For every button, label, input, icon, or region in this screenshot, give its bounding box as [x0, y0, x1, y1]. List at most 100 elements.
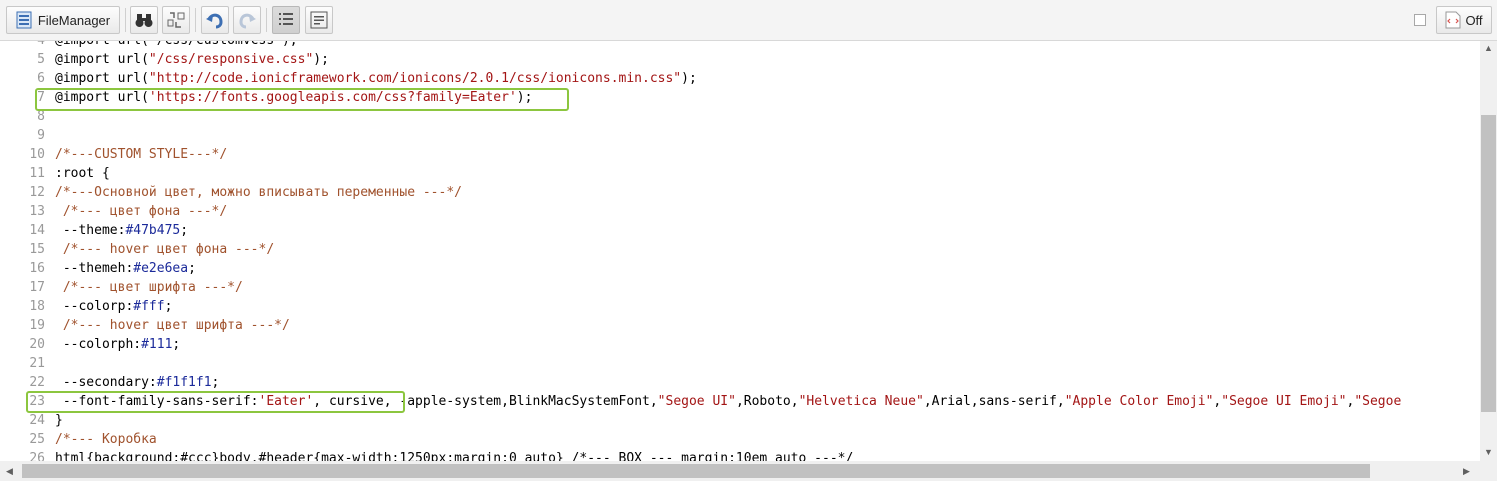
undo-icon	[206, 13, 223, 29]
code-line[interactable]: 6 @import url("http://code.ionicframework…	[0, 69, 1480, 88]
code-line[interactable]: 18 --colorp:#fff;	[0, 297, 1480, 316]
numbered-list-icon	[279, 13, 293, 25]
file-manager-button[interactable]: FileManager	[6, 6, 120, 34]
line-code: --colorp:#fff;	[55, 297, 173, 316]
code-line[interactable]: 19 /*--- hover цвет шрифта ---*/	[0, 316, 1480, 335]
code-token: /*---Основной цвет, можно вписывать пере…	[55, 185, 462, 200]
code-line[interactable]: 13 /*--- цвет фона ---*/	[0, 202, 1480, 221]
highlight-font-family	[26, 391, 405, 413]
file-manager-icon	[16, 11, 32, 29]
code-line[interactable]: 11:root {	[0, 164, 1480, 183]
code-editor[interactable]: 4 @import url("/css/customvcss"); 5 @import…	[0, 41, 1480, 461]
file-manager-label: FileManager	[37, 12, 111, 28]
code-token: @import url(	[55, 52, 149, 67]
code-token: #f1f1f1	[156, 375, 212, 390]
line-number: 13	[29, 204, 45, 219]
code-token: @import url(	[55, 71, 149, 86]
html-file-icon	[1445, 11, 1461, 29]
code-line[interactable]: 9	[0, 126, 1480, 145]
line-number: 9	[37, 128, 45, 143]
code-token: );	[313, 52, 329, 67]
line-code: /*--- hover цвет шрифта ---*/	[55, 316, 290, 335]
line-code: --theme:#47b475;	[55, 221, 188, 240]
code-token: ;	[180, 223, 189, 238]
vertical-scrollbar[interactable]: ▲ ▼	[1480, 41, 1497, 461]
redo-button[interactable]	[233, 6, 261, 34]
scroll-down-icon[interactable]: ▼	[1484, 447, 1493, 457]
code-token: ;	[172, 337, 181, 352]
code-line[interactable]: 21	[0, 354, 1480, 373]
code-line[interactable]: 5 @import url("/css/responsive.css");	[0, 50, 1480, 69]
line-code: /*--- цвет шрифта ---*/	[55, 278, 243, 297]
line-number: 20	[29, 337, 45, 352]
code-token: "Helvetica Neue"	[798, 394, 924, 409]
line-code: --secondary:#f1f1f1;	[55, 373, 220, 392]
code-token: }	[55, 413, 63, 428]
line-numbers-button[interactable]	[272, 6, 300, 34]
replace-button[interactable]	[162, 6, 190, 34]
code-token: --colorp:	[55, 299, 134, 314]
line-number: 25	[29, 432, 45, 447]
find-replace-icon	[167, 12, 185, 28]
scroll-right-icon[interactable]: ▶	[1463, 466, 1470, 476]
code-token: "/css/responsive.css"	[148, 52, 314, 67]
code-token: "Segoe UI"	[657, 394, 736, 409]
undo-button[interactable]	[201, 6, 229, 34]
code-line[interactable]: 14 --theme:#47b475;	[0, 221, 1480, 240]
line-code: /*--- Коробка	[55, 430, 157, 449]
code-line[interactable]: 24}	[0, 411, 1480, 430]
code-token: /*--- цвет фона ---*/	[55, 204, 228, 219]
scroll-left-icon[interactable]: ◀	[6, 466, 13, 476]
toolbar-separator	[195, 8, 196, 32]
code-line[interactable]: 12 /*---Основной цвет, можно вписывать пе…	[0, 183, 1480, 202]
code-token: #fff	[133, 299, 165, 314]
word-wrap-button[interactable]	[305, 6, 333, 34]
code-line[interactable]: 20 --colorph:#111;	[0, 335, 1480, 354]
toggle-checkbox[interactable]	[1414, 14, 1426, 26]
toggle-off-button[interactable]: Off	[1436, 6, 1492, 34]
text-wrap-icon	[310, 11, 328, 29]
line-code: html{background:#ccc}body,#header{max-wi…	[55, 449, 853, 461]
line-number: 18	[29, 299, 45, 314]
code-token: /*---CUSTOM STYLE---*/	[55, 147, 228, 162]
horizontal-scroll-thumb[interactable]	[22, 464, 1370, 478]
line-number: 5	[37, 52, 45, 67]
code-line[interactable]: 25 /*--- Коробка	[0, 430, 1480, 449]
line-code: /*--- цвет фона ---*/	[55, 202, 227, 221]
code-token: #47b475	[125, 223, 181, 238]
scrollbar-corner	[1480, 461, 1497, 481]
code-line[interactable]: 15 /*--- hover цвет фона ---*/	[0, 240, 1480, 259]
find-button[interactable]	[130, 6, 158, 34]
code-line[interactable]: 17 /*--- цвет шрифта ---*/	[0, 278, 1480, 297]
code-token: :root {	[55, 166, 110, 181]
line-number: 26	[29, 451, 45, 461]
code-token: "http://code.ionicframework.com/ionicons…	[148, 71, 682, 86]
code-line[interactable]: 26 html{background:#ccc}body,#header{max-…	[0, 449, 1480, 461]
code-token: ,Roboto,	[735, 394, 799, 409]
code-token: "Apple Color Emoji"	[1064, 394, 1214, 409]
redo-icon	[239, 13, 256, 29]
line-number: 19	[29, 318, 45, 333]
line-number: 15	[29, 242, 45, 257]
code-token: ;	[211, 375, 220, 390]
line-code: @import url("http://code.ionicframework.…	[55, 69, 697, 88]
line-code: /*--- hover цвет фона ---*/	[55, 240, 274, 259]
toggle-label: Off	[1465, 12, 1483, 28]
code-line[interactable]: 4 @import url("/css/customvcss");	[0, 41, 1480, 50]
line-code: }	[55, 411, 63, 430]
code-line[interactable]: 10 /*---CUSTOM STYLE---*/	[0, 145, 1480, 164]
vertical-scroll-thumb[interactable]	[1481, 115, 1496, 412]
code-token: --theme:	[55, 223, 126, 238]
code-token: ;	[164, 299, 173, 314]
code-token: /*--- Коробка	[55, 432, 157, 447]
code-line[interactable]: 22 --secondary:#f1f1f1;	[0, 373, 1480, 392]
code-token: /*--- цвет шрифта ---*/	[55, 280, 243, 295]
line-code: /*---CUSTOM STYLE---*/	[55, 145, 227, 164]
line-number: 22	[29, 375, 45, 390]
horizontal-scrollbar[interactable]: ◀ ▶	[0, 461, 1480, 481]
line-number: 17	[29, 280, 45, 295]
line-code: --themeh:#e2e6ea;	[55, 259, 196, 278]
scroll-up-icon[interactable]: ▲	[1484, 43, 1493, 53]
code-line[interactable]: 16 --themeh:#e2e6ea;	[0, 259, 1480, 278]
line-number: 4	[0, 41, 45, 50]
